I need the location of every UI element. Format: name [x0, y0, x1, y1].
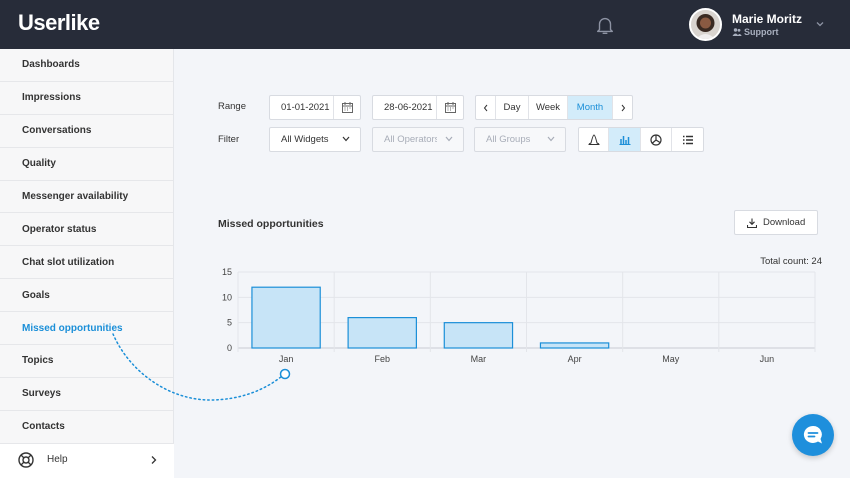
period-selector: Day Week Month	[475, 95, 633, 120]
y-tick-label: 10	[222, 292, 232, 302]
filter-label: Filter	[218, 134, 240, 145]
line-chart-icon	[588, 134, 599, 145]
x-tick-label: Jun	[760, 354, 775, 364]
calendar-icon[interactable]	[333, 96, 360, 119]
sidebar-item-label: Chat slot utilization	[22, 256, 115, 268]
sidebar-item-contacts[interactable]: Contacts	[0, 411, 173, 444]
period-day-button[interactable]: Day	[496, 96, 529, 119]
list-view-button[interactable]	[672, 128, 703, 151]
download-icon	[747, 218, 757, 228]
bar-chart-view-button[interactable]	[609, 128, 641, 151]
sidebar-item-dashboards[interactable]: Dashboards	[0, 49, 173, 82]
pie-chart-view-button[interactable]	[641, 128, 672, 151]
bar-mar	[443, 322, 514, 349]
sidebar-item-label: Contacts	[22, 421, 65, 433]
y-tick-label: 15	[222, 267, 232, 277]
sidebar-item-label: Topics	[22, 355, 54, 367]
calendar-icon[interactable]	[436, 96, 463, 119]
pointer-curve	[112, 333, 291, 401]
sidebar-item-label: Goals	[22, 289, 50, 301]
groups-select-value: All Groups	[486, 134, 531, 145]
end-date-field[interactable]: 28-06-2021	[372, 95, 464, 120]
top-bar: Userlike Marie Moritz Support	[0, 0, 850, 49]
x-tick-label: May	[662, 354, 680, 364]
download-label: Download	[763, 217, 806, 228]
user-name[interactable]: Marie Moritz	[732, 12, 802, 26]
operators-select-value: All Operators	[384, 134, 437, 145]
start-date-value: 01-01-2021	[281, 102, 330, 113]
period-prev-button[interactable]	[476, 96, 496, 119]
x-tick-label: Feb	[374, 354, 390, 364]
sidebar-item-label: Messenger availability	[22, 191, 129, 202]
bell-icon[interactable]	[594, 14, 616, 36]
groups-select[interactable]: All Groups	[474, 127, 566, 152]
sidebar-item-label: Conversations	[22, 125, 92, 137]
list-icon	[682, 135, 693, 144]
pie-chart-icon	[650, 133, 662, 146]
user-role: Support	[732, 27, 779, 37]
sidebar-item-impressions[interactable]: Impressions	[0, 82, 173, 115]
line-chart-view-button[interactable]	[579, 128, 609, 151]
chevron-right-icon	[151, 456, 157, 464]
download-button[interactable]: Download	[734, 210, 818, 235]
sidebar-item-label: Impressions	[22, 92, 81, 104]
app-logo[interactable]: Userlike	[18, 10, 100, 36]
chevron-down-icon	[342, 136, 350, 142]
sidebar-item-conversations[interactable]: Conversations	[0, 115, 173, 148]
chat-button[interactable]	[792, 414, 834, 456]
avatar[interactable]	[689, 8, 722, 41]
x-tick-label: Apr	[568, 354, 582, 364]
range-label: Range	[218, 101, 246, 112]
period-week-button[interactable]: Week	[529, 96, 568, 119]
lifebuoy-icon	[18, 452, 34, 468]
sidebar-item-messenger-availability[interactable]: Messenger availability	[0, 181, 173, 214]
view-mode-selector	[578, 127, 704, 152]
chevron-down-icon	[547, 136, 555, 142]
start-date-field[interactable]: 01-01-2021	[269, 95, 361, 120]
operators-select[interactable]: All Operators	[372, 127, 464, 152]
end-date-value: 28-06-2021	[384, 102, 433, 113]
widgets-select[interactable]: All Widgets	[269, 127, 361, 152]
chevron-down-icon	[445, 136, 453, 142]
sidebar: Dashboards Impressions Conversations Qua…	[0, 49, 174, 478]
user-role-label: Support	[744, 27, 779, 37]
sidebar-item-label: Quality	[22, 158, 56, 170]
x-tick-label: Mar	[471, 354, 487, 364]
widgets-select-value: All Widgets	[281, 134, 329, 145]
sidebar-item-label: Dashboards	[22, 59, 80, 71]
sidebar-help[interactable]: Help	[0, 443, 174, 478]
help-label: Help	[47, 454, 68, 465]
user-group-icon	[732, 28, 742, 36]
period-month-button[interactable]: Month	[568, 96, 613, 119]
sidebar-item-operator-status[interactable]: Operator status	[0, 213, 173, 247]
chevron-down-icon[interactable]	[815, 19, 825, 29]
bar-chart-icon	[619, 136, 630, 145]
sidebar-item-label: Surveys	[22, 388, 61, 400]
chat-bubble-icon	[803, 425, 822, 444]
report-title: Missed opportunities	[218, 218, 324, 230]
y-tick-label: 5	[227, 318, 232, 328]
chevron-right-icon	[621, 104, 625, 111]
period-next-button[interactable]	[613, 96, 632, 119]
bar-apr	[539, 342, 610, 349]
sidebar-item-quality[interactable]: Quality	[0, 148, 173, 181]
sidebar-item-chat-slot-utilization[interactable]: Chat slot utilization	[0, 246, 173, 280]
sidebar-item-label: Operator status	[22, 223, 97, 235]
missed-opportunities-chart: 051015Jan Feb Mar Apr May Jun	[222, 267, 816, 364]
sidebar-item-goals[interactable]: Goals	[0, 279, 173, 313]
bar-feb	[347, 316, 417, 349]
chevron-left-icon	[483, 104, 487, 111]
